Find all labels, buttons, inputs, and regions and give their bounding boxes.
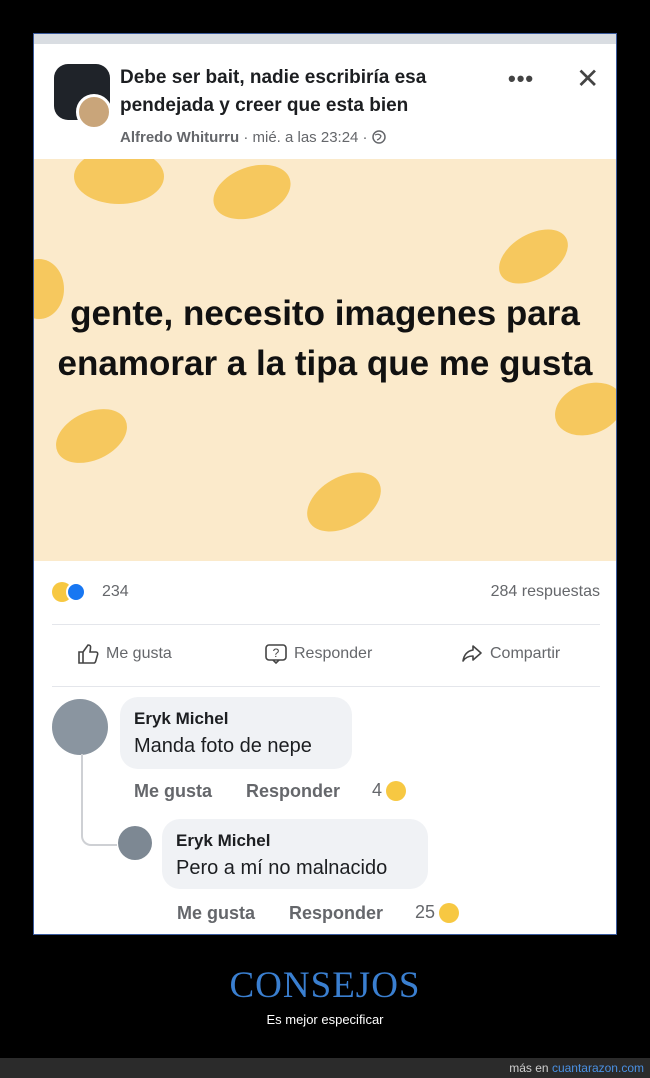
thumbs-up-icon	[78, 644, 99, 664]
author-name[interactable]: Alfredo Whiturru	[120, 129, 239, 146]
share-arrow-icon	[462, 645, 482, 662]
author-avatar[interactable]	[76, 94, 112, 130]
comment-like-button[interactable]: Me gusta	[134, 781, 212, 802]
background-post: gente, necesito imagenes para enamorar a…	[34, 159, 616, 561]
thread-connector	[81, 754, 117, 846]
post-header: Debe ser bait, nadie escribiría esa pend…	[34, 44, 616, 159]
post-actions: Me gusta ? Responder Compartir	[34, 636, 616, 676]
reply-bubble: Eryk Michel Pero a mí no malnacido	[162, 819, 428, 889]
comment-reply-button[interactable]: Responder	[246, 781, 340, 802]
like-reaction-icon	[66, 582, 86, 602]
divider	[52, 686, 600, 687]
decor-blob	[205, 159, 299, 230]
post-card: Debe ser bait, nadie escribiría esa pend…	[33, 33, 617, 935]
svg-text:?: ?	[273, 646, 280, 660]
reply-like-button[interactable]: Me gusta	[177, 903, 255, 924]
close-icon[interactable]: ✕	[576, 64, 599, 94]
replies-count[interactable]: 284 respuestas	[491, 583, 600, 601]
reaction-count[interactable]: 234	[102, 583, 129, 601]
reaction-icons	[52, 582, 86, 602]
question-bubble-icon: ?	[265, 644, 287, 665]
divider	[52, 624, 600, 625]
reply-reaction-count: 25	[415, 902, 436, 922]
reply-avatar[interactable]	[118, 826, 152, 860]
reply-reply-button[interactable]: Responder	[289, 903, 383, 924]
decor-blob	[296, 460, 392, 544]
footer-text: más en cuantarazon.com	[509, 1061, 644, 1075]
post-title: Debe ser bait, nadie escribiría esa pend…	[120, 67, 427, 116]
post-meta: Alfredo Whiturru · mié. a las 23:24 ·	[120, 129, 386, 146]
top-strip	[34, 34, 616, 44]
decor-blob	[74, 159, 164, 204]
more-options-icon[interactable]: •••	[508, 66, 534, 92]
comment-bubble: Eryk Michel Manda foto de nepe	[120, 697, 352, 769]
comment-reactions[interactable]: 4	[372, 780, 407, 802]
reply-label: Responder	[294, 645, 373, 663]
reaction-bar[interactable]: 234 284 respuestas	[34, 574, 616, 614]
footer-prefix: más en	[509, 1061, 552, 1075]
share-button[interactable]: Compartir	[460, 642, 560, 666]
reply-author[interactable]: Eryk Michel	[176, 831, 271, 851]
reply-reactions[interactable]: 25	[415, 902, 460, 924]
comment-avatar[interactable]	[52, 699, 108, 755]
haha-icon	[386, 781, 407, 802]
reply-button[interactable]: ? Responder	[264, 642, 372, 666]
reply-text: Pero a mí no malnacido	[176, 857, 388, 879]
caption-title: CONSEJOS	[229, 965, 421, 1006]
comment-text: Manda foto de nepe	[134, 735, 312, 757]
share-label: Compartir	[490, 645, 561, 663]
footer-bar: más en cuantarazon.com	[0, 1058, 650, 1078]
like-button[interactable]: Me gusta	[76, 642, 172, 666]
post-time: · mié. a las 23:24 ·	[243, 129, 368, 146]
post-body-text: gente, necesito imagenes para enamorar a…	[57, 294, 593, 383]
comment-author[interactable]: Eryk Michel	[134, 709, 229, 729]
comment-reaction-count: 4	[372, 780, 383, 800]
caption-subtitle: Es mejor especificar	[266, 1012, 384, 1027]
globe-icon	[371, 130, 386, 144]
haha-icon	[439, 903, 460, 924]
decor-blob	[47, 398, 136, 474]
like-label: Me gusta	[106, 645, 172, 663]
site-link[interactable]: cuantarazon.com	[552, 1061, 644, 1075]
decor-blob	[489, 218, 578, 295]
